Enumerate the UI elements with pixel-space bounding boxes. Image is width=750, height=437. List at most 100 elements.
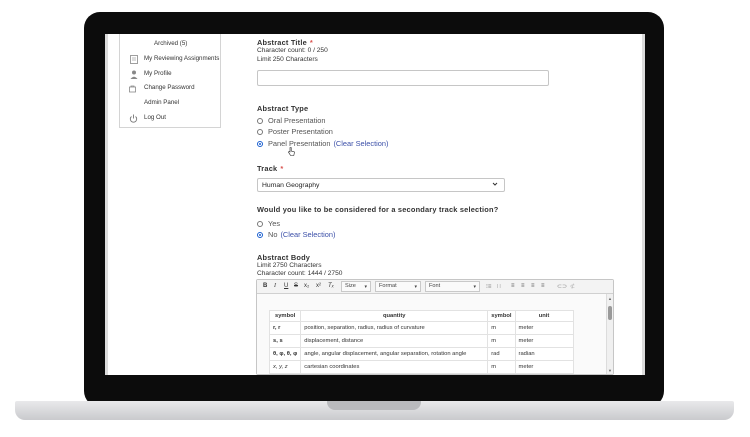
track-select[interactable]: Human Geography (257, 178, 505, 192)
screen-left-edge (105, 34, 108, 375)
table-header: unit (514, 310, 574, 322)
subscript-button[interactable]: x₂ (304, 283, 309, 289)
editor-content[interactable]: symbol quantity symbol unit r, r positio… (257, 294, 607, 374)
sidebar-item-label: My Reviewing Assignments (144, 55, 220, 62)
table-header: quantity (300, 310, 489, 322)
table-cell: r, r (268, 321, 302, 335)
remove-format-button[interactable]: Tₓ (328, 283, 334, 289)
option-label: No (268, 230, 278, 239)
sidebar-item-label: Archived (5) (154, 40, 188, 47)
option-label: Panel Presentation (268, 139, 331, 148)
sidebar-menu: Archived (5) My Reviewing Assignments My… (119, 34, 221, 128)
key-icon (129, 84, 138, 93)
table-row: s, s displacement, distance m meter (268, 334, 574, 348)
table-cell: radian (514, 347, 574, 361)
option-label: Yes (268, 219, 281, 228)
sidebar-item-label: Log Out (144, 114, 167, 121)
screen-right-edge (642, 34, 645, 375)
editor-scrollbar[interactable]: ▲ ▼ (606, 294, 613, 374)
align-left-icon[interactable]: ≡ (511, 283, 515, 289)
track-label: Track * (257, 164, 283, 173)
strikethrough-button[interactable]: S (294, 283, 298, 289)
scroll-down-icon[interactable]: ▼ (608, 368, 612, 373)
title-character-count: Character count: 0 / 250 (257, 47, 328, 54)
superscript-button[interactable]: x² (316, 283, 321, 289)
sidebar-item-label: Change Password (144, 84, 195, 91)
table-cell: m (487, 360, 516, 374)
format-dropdown-label: Format (379, 283, 397, 289)
align-center-icon[interactable]: ≡ (521, 283, 525, 289)
table-cell: θ, φ, θ, φ (268, 347, 302, 361)
body-character-count: Character count: 1444 / 2750 (257, 270, 343, 277)
bulleted-list-icon[interactable]: ∷ (497, 283, 501, 290)
align-right-icon[interactable]: ≡ (531, 283, 535, 289)
abstract-body-label: Abstract Body (257, 253, 311, 262)
link-icon[interactable]: ⊂⊃ (557, 283, 567, 290)
chevron-down-icon (492, 181, 498, 189)
screen: Archived (5) My Reviewing Assignments My… (105, 34, 645, 375)
underline-button[interactable]: U (284, 283, 288, 289)
user-icon (129, 70, 138, 79)
table-cell: x, y, z (268, 360, 302, 374)
table-header: symbol (487, 310, 516, 322)
title-limit: Limit 250 Characters (257, 56, 318, 63)
table-cell: m (487, 321, 516, 335)
laptop-notch (327, 401, 421, 410)
table-cell: displacement, distance (300, 334, 489, 348)
required-mark: * (280, 164, 284, 173)
clear-selection-link[interactable]: (Clear Selection) (280, 230, 335, 239)
dropdown-arrow-icon: ▾ (473, 284, 476, 290)
table-cell: cartesian coordinates (300, 360, 489, 374)
unlink-icon[interactable]: ⊄ (570, 283, 575, 290)
format-dropdown[interactable]: Format ▾ (375, 281, 421, 292)
body-limit: Limit 2750 Characters (257, 262, 322, 269)
dropdown-arrow-icon: ▾ (364, 284, 367, 290)
clear-selection-link[interactable]: (Clear Selection) (333, 139, 388, 148)
table-row: x, y, z cartesian coordinates m meter (268, 360, 574, 374)
symbol-table: symbol quantity symbol unit r, r positio… (268, 310, 574, 374)
table-cell: meter (514, 321, 574, 335)
font-dropdown-label: Font (429, 283, 441, 289)
radio-button-selected[interactable] (257, 140, 263, 147)
table-cell: angle, angular displacement, angular sep… (300, 347, 489, 361)
sidebar-item-label: My Profile (144, 70, 172, 77)
document-icon (129, 55, 138, 64)
abstract-type-label: Abstract Type (257, 104, 309, 113)
radio-button[interactable] (257, 220, 263, 227)
bold-button[interactable]: B (263, 283, 267, 289)
option-label: Oral Presentation (268, 116, 326, 125)
table-row: θ, φ, θ, φ angle, angular displacement, … (268, 347, 574, 361)
scroll-up-icon[interactable]: ▲ (608, 296, 612, 301)
size-dropdown[interactable]: Size ▾ (341, 281, 371, 292)
font-dropdown[interactable]: Font ▾ (425, 281, 480, 292)
abstract-title-input[interactable] (257, 70, 549, 86)
power-icon (129, 114, 138, 123)
table-row: r, r position, separation, radius, radiu… (268, 321, 574, 335)
type-option-oral[interactable]: Oral Presentation (257, 116, 326, 125)
secondary-option-no[interactable]: No (Clear Selection) (257, 230, 336, 239)
sidebar-item-label: Admin Panel (144, 99, 180, 106)
numbered-list-icon[interactable]: ⁝≡ (486, 283, 491, 290)
table-cell: m (487, 334, 516, 348)
type-option-panel[interactable]: Panel Presentation (Clear Selection) (257, 139, 389, 148)
table-cell: position, separation, radius, radius of … (300, 321, 489, 335)
secondary-option-yes[interactable]: Yes (257, 219, 280, 228)
table-header: symbol (268, 310, 302, 322)
track-label-text: Track (257, 164, 278, 173)
editor-toolbar: B I U S x₂ x² Tₓ Size ▾ Format ▾ Font ▾ ⁝≡ … (257, 280, 613, 294)
mouse-cursor-icon (288, 147, 295, 158)
radio-button-selected[interactable] (257, 231, 263, 238)
table-cell: meter (514, 360, 574, 374)
radio-button[interactable] (257, 128, 263, 135)
abstract-title-label: Abstract Title * (257, 38, 313, 47)
justify-icon[interactable]: ≡ (541, 283, 545, 289)
scrollbar-thumb[interactable] (608, 306, 612, 320)
track-selected-value: Human Geography (262, 181, 320, 189)
type-option-poster[interactable]: Poster Presentation (257, 127, 333, 136)
rich-text-editor[interactable]: B I U S x₂ x² Tₓ Size ▾ Format ▾ Font ▾ ⁝≡ … (256, 279, 614, 375)
italic-button[interactable]: I (274, 283, 276, 289)
required-mark: * (309, 38, 313, 47)
table-cell: s, s (268, 334, 302, 348)
abstract-title-text: Abstract Title (257, 38, 307, 47)
radio-button[interactable] (257, 117, 263, 124)
